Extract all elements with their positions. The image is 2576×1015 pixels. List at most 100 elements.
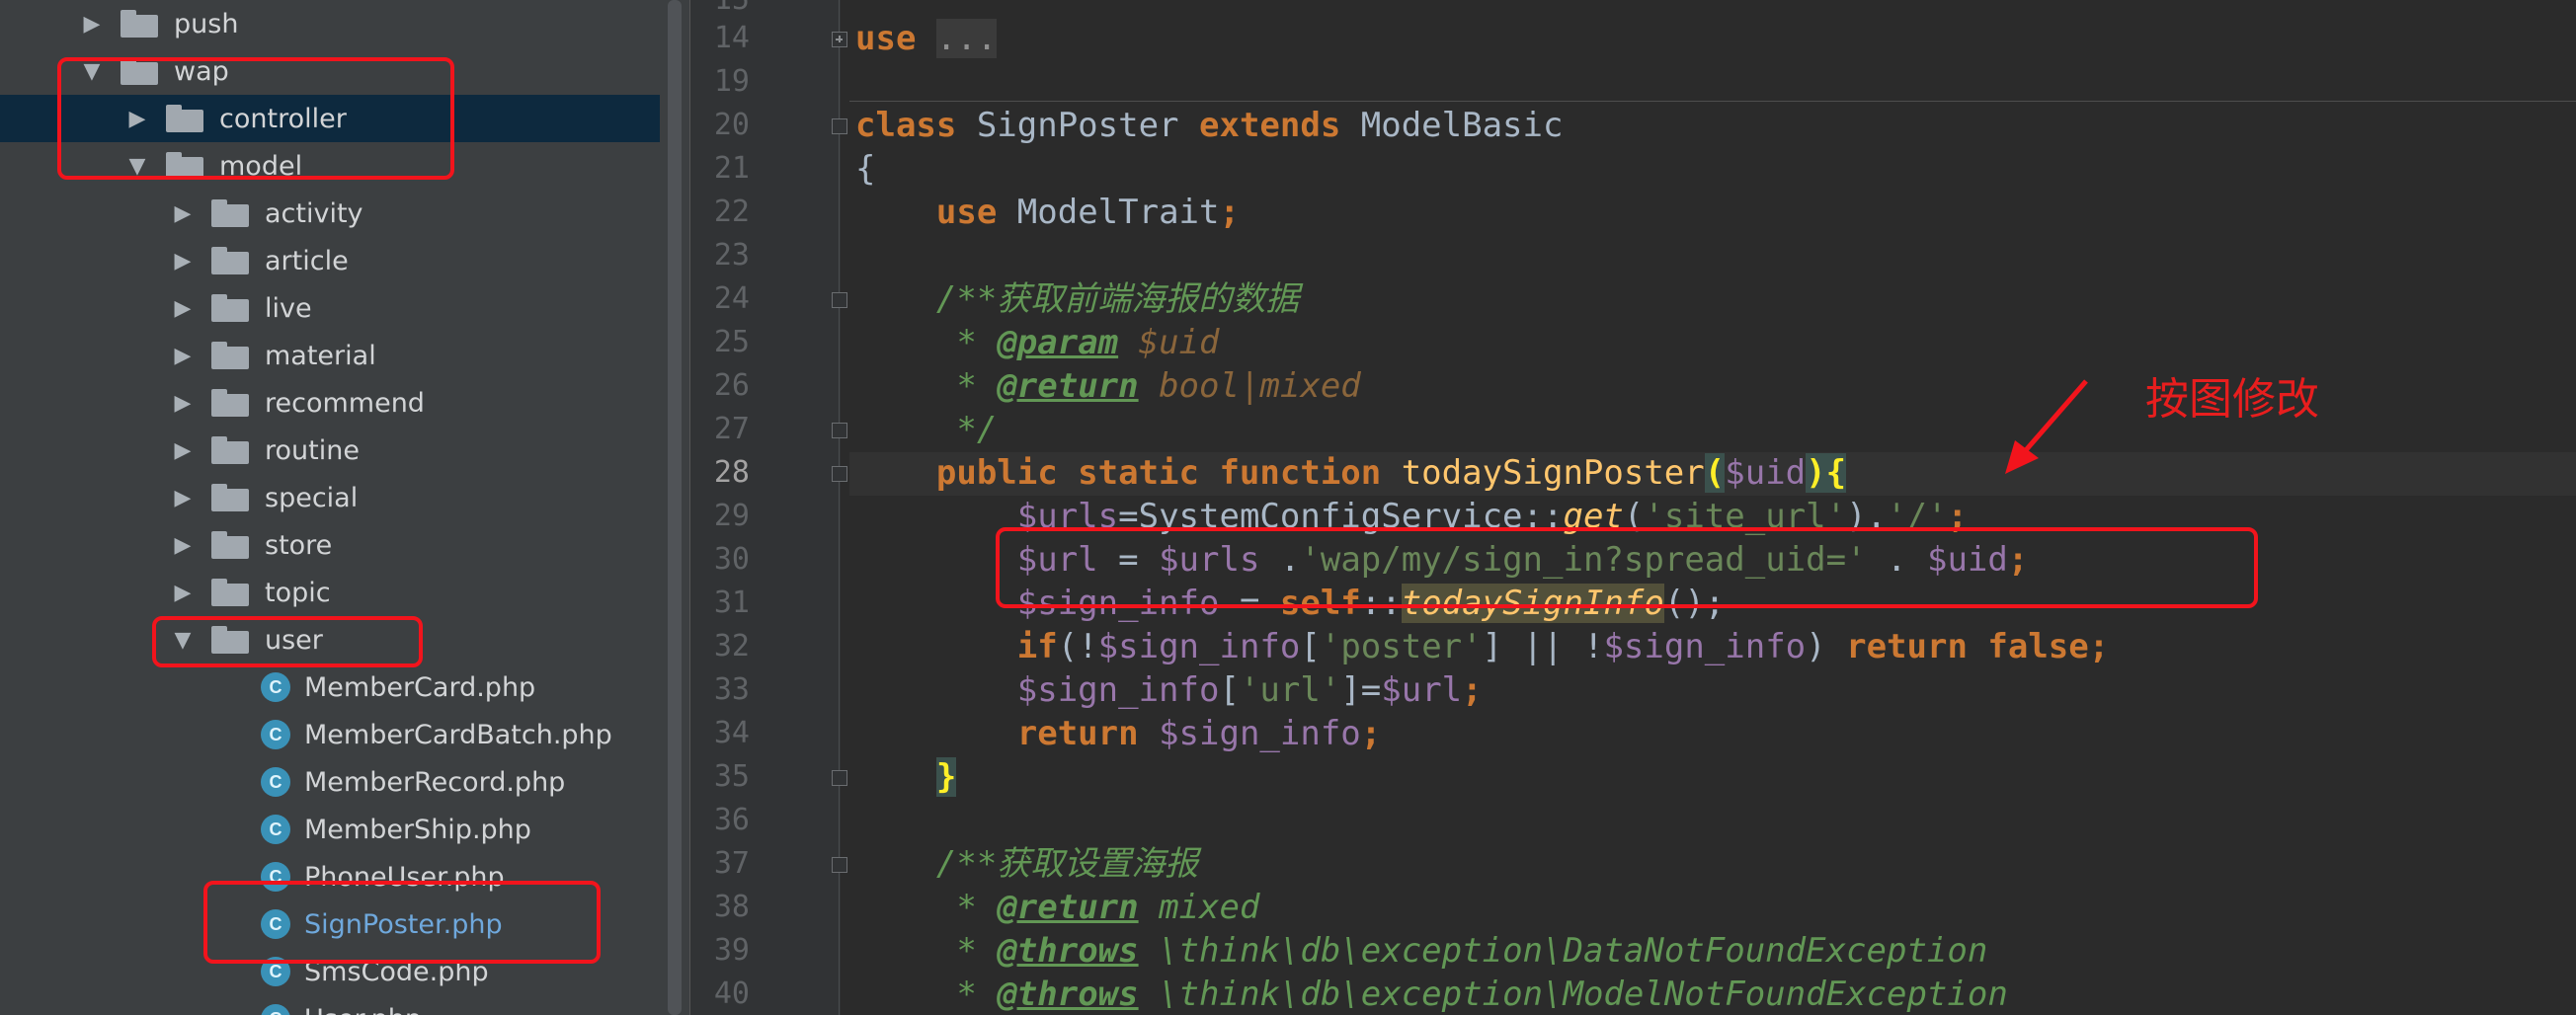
line-number: 19 [713,64,750,99]
line-number: 23 [713,238,750,273]
php-class-icon: C [261,815,290,844]
folded-code-placeholder[interactable]: ... [935,19,998,58]
tree-item-label: topic [265,577,331,608]
php-class-icon: C [261,672,290,702]
line-number: 38 [713,890,750,924]
fold-collapse-icon[interactable] [832,292,847,308]
tree-folder-article[interactable]: ▶ article [0,237,660,284]
line-number: 24 [713,281,750,316]
tree-item-label: push [174,8,239,39]
expand-arrow-icon[interactable]: ▶ [168,379,198,427]
tree-item-label: store [265,529,333,561]
tree-file-membership[interactable]: C MemberShip.php [0,806,660,853]
line-number: 39 [713,933,750,968]
tree-folder-routine[interactable]: ▶ routine [0,427,660,474]
php-class-icon: C [261,720,290,749]
ide-window: ▶ push ▼ wap ▶ controller ▼ model ▶ acti… [0,0,2576,1015]
annotation-arrow-icon [2005,379,2088,474]
tree-item-label: MemberCardBatch.php [304,719,612,750]
folder-icon [211,579,249,606]
tree-folder-activity[interactable]: ▶ activity [0,190,660,237]
line-number: 31 [713,586,750,620]
line-number: 27 [713,412,750,446]
tree-item-label: live [265,292,312,324]
folder-icon [211,342,249,369]
fold-collapse-icon[interactable] [832,118,847,134]
code-line-20: class SignPoster extends ModelBasic [855,106,1564,145]
code-line-27: */ [935,410,998,449]
tree-file-user[interactable]: C User.php [0,995,660,1015]
code-line-34: return $sign_info; [1016,714,1382,753]
line-number: 21 [713,151,750,186]
method-separator [849,101,2576,102]
tree-item-label: routine [265,434,360,466]
fold-collapse-icon[interactable] [832,857,847,873]
tree-folder-store[interactable]: ▶ store [0,521,660,569]
code-line-22: use ModelTrait; [935,193,1240,232]
tree-file-membercardbatch[interactable]: C MemberCardBatch.php [0,711,660,758]
tree-folder-topic[interactable]: ▶ topic [0,569,660,616]
line-number: 20 [713,108,750,142]
code-line-25: * @param $uid [935,323,1220,362]
tree-file-memberrecord[interactable]: C MemberRecord.php [0,758,660,806]
expand-arrow-icon[interactable]: ▶ [168,284,198,332]
line-number: 26 [713,368,750,403]
tree-folder-push[interactable]: ▶ push [0,0,660,47]
php-class-icon: C [261,1004,290,1015]
line-number: 34 [713,716,750,750]
code-line-33: $sign_info['url']=$url; [1016,670,1483,710]
expand-arrow-icon[interactable]: ▶ [77,0,107,47]
annotation-box-code [996,527,2258,608]
folder-icon [211,484,249,511]
fold-collapse-icon[interactable] [832,466,847,482]
expand-arrow-icon[interactable]: ▶ [168,569,198,616]
folder-icon [211,389,249,417]
tree-item-label: special [265,482,359,513]
tree-folder-special[interactable]: ▶ special [0,474,660,521]
line-number: 22 [713,195,750,229]
code-line-14: use ... [855,19,998,58]
tree-folder-material[interactable]: ▶ material [0,332,660,379]
folder-icon [211,247,249,274]
annotation-label: 按图修改 [2145,374,2319,425]
annotation-box-signposter [203,881,601,964]
tree-item-label: User.php [304,1004,422,1015]
fold-expand-icon[interactable] [832,32,847,47]
code-line-21: { [855,149,876,189]
line-number: 14 [713,21,750,55]
folder-icon [121,10,158,38]
tree-folder-recommend[interactable]: ▶ recommend [0,379,660,427]
code-line-40: * @throws \think\db\exception\ModelNotFo… [935,975,2008,1014]
annotation-box-user [152,616,423,667]
tree-item-label: MemberShip.php [304,814,531,845]
expand-arrow-icon[interactable]: ▶ [168,332,198,379]
line-number-current: 28 [713,455,750,490]
folder-icon [211,199,249,227]
expand-arrow-icon[interactable]: ▶ [168,521,198,569]
line-number: 25 [713,325,750,359]
expand-arrow-icon[interactable]: ▶ [168,190,198,237]
tree-file-membercard[interactable]: C MemberCard.php [0,664,660,711]
expand-arrow-icon[interactable]: ▶ [168,474,198,521]
folder-icon [211,294,249,322]
code-line-38: * @return mixed [935,888,1260,927]
expand-arrow-icon[interactable]: ▶ [168,427,198,474]
fold-collapse-icon[interactable] [832,770,847,786]
fold-collapse-icon[interactable] [832,423,847,438]
line-number: 35 [713,759,750,794]
code-line-28: public static function todaySignPoster($… [935,453,1847,493]
folder-icon [211,531,249,559]
line-number: 36 [713,803,750,837]
tree-item-label: MemberRecord.php [304,766,566,798]
code-line-37: /**获取设置海报 [935,844,1199,884]
tree-item-label: recommend [265,387,425,419]
code-line-35: } [935,757,957,797]
tree-folder-live[interactable]: ▶ live [0,284,660,332]
tree-scrollbar[interactable] [660,0,689,1015]
expand-arrow-icon[interactable]: ▶ [168,237,198,284]
tree-item-label: article [265,245,349,276]
code-editor[interactable]: use ... class SignPoster extends ModelBa… [849,0,2576,1015]
line-number: 32 [713,629,750,664]
tree-item-label: activity [265,197,363,229]
line-number: 40 [713,976,750,1011]
